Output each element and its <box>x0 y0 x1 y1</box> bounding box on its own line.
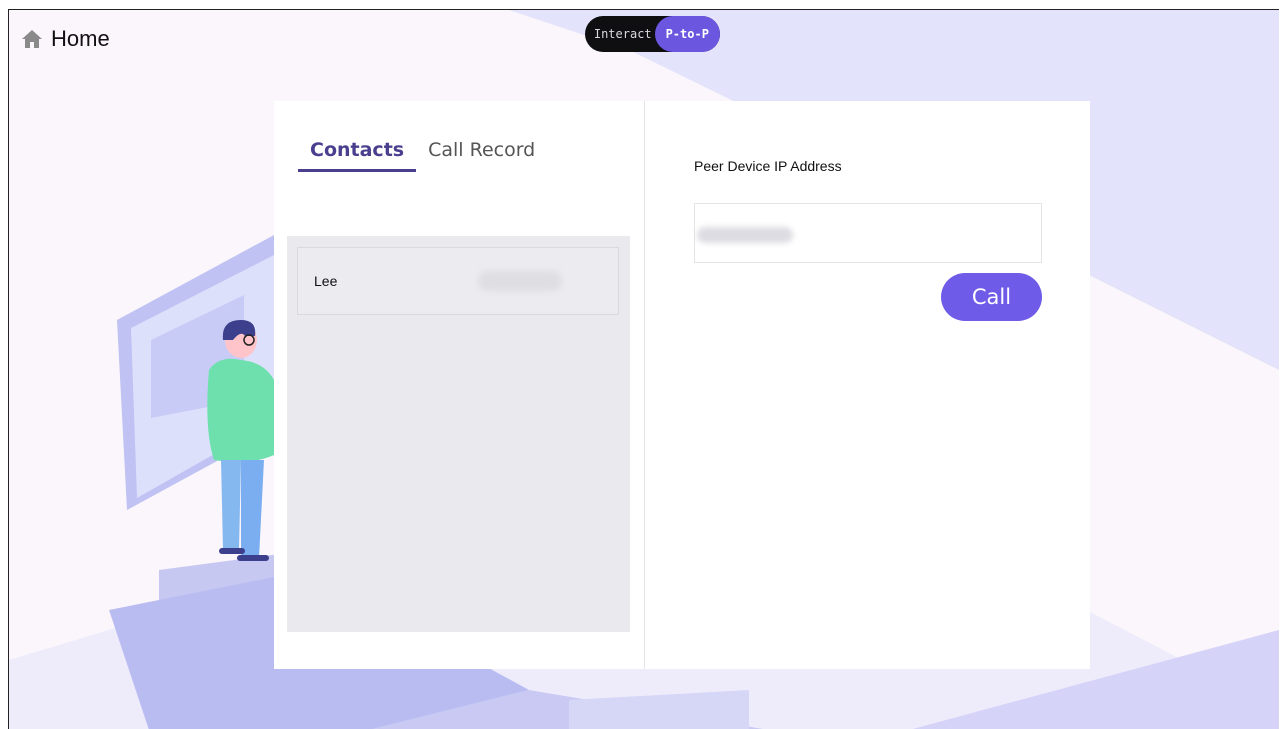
contact-name: Lee <box>314 273 338 289</box>
contact-detail-redacted <box>478 271 562 291</box>
app-screen: Home Interact P-to-P Contacts Call Recor… <box>0 0 1282 729</box>
ip-address-field-wrapper <box>694 203 1042 263</box>
contact-item[interactable]: Lee <box>297 247 619 315</box>
mode-option-p-to-p[interactable]: P-to-P <box>654 16 720 52</box>
home-icon <box>21 28 43 50</box>
mode-toggle[interactable]: Interact P-to-P <box>585 16 720 52</box>
tab-contacts[interactable]: Contacts <box>298 139 417 172</box>
contacts-list: Lee <box>287 236 630 632</box>
ip-address-label: Peer Device IP Address <box>694 158 842 174</box>
call-button[interactable]: Call <box>941 273 1042 321</box>
home-label: Home <box>51 26 110 51</box>
tab-call-record[interactable]: Call Record <box>416 139 547 172</box>
ip-address-input[interactable] <box>695 204 1041 262</box>
home-button[interactable]: Home <box>21 26 110 52</box>
app-viewport: Home Interact P-to-P Contacts Call Recor… <box>8 9 1279 729</box>
contacts-panel: Contacts Call Record Lee <box>274 101 645 669</box>
mode-option-interact[interactable]: Interact <box>585 16 655 52</box>
tab-bar: Contacts Call Record <box>298 139 547 172</box>
call-panel: Peer Device IP Address Call <box>645 101 1090 669</box>
main-panel: Contacts Call Record Lee Peer Device IP … <box>274 101 1090 669</box>
